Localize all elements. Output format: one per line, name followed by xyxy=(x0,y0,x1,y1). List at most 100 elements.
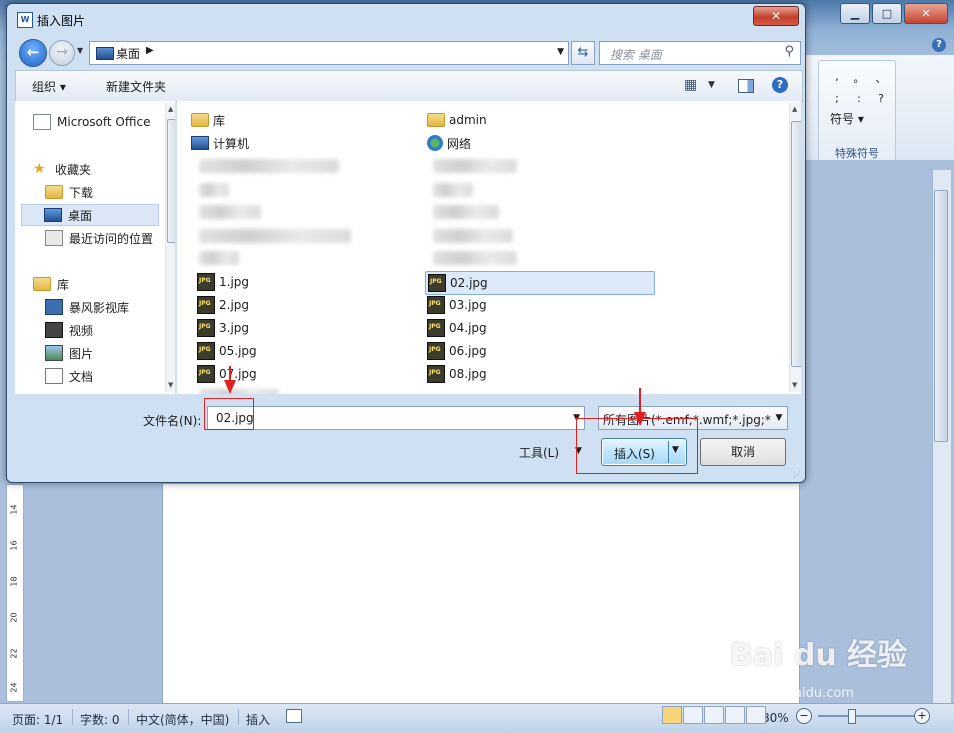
symbol-button[interactable]: 符号 ▾ xyxy=(830,110,864,127)
nav-item-videos[interactable]: 视频 xyxy=(45,319,175,341)
annotation-arrow-filename xyxy=(224,380,236,394)
search-icon[interactable]: ⚲ xyxy=(784,44,794,59)
word-icon xyxy=(33,114,51,130)
page-count[interactable]: 页面: 1/1 xyxy=(12,711,63,728)
refresh-icon[interactable]: ⇆ xyxy=(571,41,595,65)
dialog-title: 插入图片 xyxy=(37,14,86,28)
file-item-computer[interactable]: 计算机 xyxy=(191,132,419,154)
symbol-item[interactable]: ; xyxy=(826,92,848,105)
zoom-slider-knob[interactable] xyxy=(848,709,856,724)
desktop-icon xyxy=(96,47,114,60)
file-list-scrollbar[interactable]: ▲ ▼ xyxy=(789,103,801,392)
web-layout-icon[interactable] xyxy=(704,706,724,724)
scroll-up-icon[interactable]: ▲ xyxy=(792,105,797,113)
views-icon[interactable]: ▦ xyxy=(684,77,697,93)
jpg-icon xyxy=(197,273,215,291)
word-close-icon[interactable]: ✕ xyxy=(904,3,948,24)
symbol-item[interactable]: , xyxy=(826,70,848,86)
chevron-down-icon[interactable]: ▼ xyxy=(771,407,787,429)
outline-icon[interactable] xyxy=(725,706,745,724)
navigation-scrollbar[interactable]: ▲ ▼ xyxy=(165,103,175,392)
annotation-box-filename xyxy=(204,398,254,430)
preview-pane-icon[interactable] xyxy=(738,79,754,93)
file-item-03-jpg[interactable]: 03.jpg xyxy=(427,294,655,316)
zoom-in-icon[interactable]: + xyxy=(914,708,930,724)
chevron-down-icon[interactable]: ▼ xyxy=(557,47,564,57)
organize-button[interactable]: 组织 ▾ xyxy=(32,78,66,95)
symbol-item[interactable]: 。 xyxy=(848,70,870,86)
history-dropdown-icon[interactable]: ▼ xyxy=(77,46,83,55)
print-layout-icon[interactable] xyxy=(662,706,682,724)
new-folder-button[interactable]: 新建文件夹 xyxy=(106,78,166,95)
maximize-icon[interactable]: □ xyxy=(872,3,902,24)
forward-icon[interactable]: → xyxy=(49,40,75,66)
file-item-library[interactable]: 库 xyxy=(191,109,419,131)
reading-layout-icon[interactable] xyxy=(683,706,703,724)
draft-icon[interactable] xyxy=(746,706,766,724)
views-dropdown-icon[interactable]: ▼ xyxy=(708,80,715,90)
nav-item-favorites[interactable]: ★ 收藏夹 xyxy=(33,158,175,180)
document-scroll-thumb[interactable] xyxy=(934,190,948,442)
filename-input[interactable]: 02.jpg ▼ xyxy=(207,406,585,430)
file-name: 计算机 xyxy=(213,136,250,151)
scroll-down-icon[interactable]: ▼ xyxy=(168,381,173,389)
scroll-up-icon[interactable]: ▲ xyxy=(168,105,173,113)
blurred-item xyxy=(433,205,499,219)
video-icon xyxy=(45,322,63,338)
address-text[interactable]: 桌面 xyxy=(116,45,140,62)
file-item-network[interactable]: 网络 xyxy=(427,132,655,154)
nav-item-video-library[interactable]: 暴风影视库 xyxy=(45,296,175,318)
file-item-2-jpg[interactable]: 2.jpg xyxy=(197,294,425,316)
symbol-item[interactable]: ? xyxy=(870,92,892,105)
chevron-right-icon[interactable]: ▶ xyxy=(146,45,154,56)
scroll-thumb[interactable] xyxy=(167,119,175,243)
nav-item-pictures[interactable]: 图片 xyxy=(45,342,175,364)
file-item-06-jpg[interactable]: 06.jpg xyxy=(427,340,655,362)
symbol-item[interactable]: 、 xyxy=(870,70,892,86)
zoom-out-icon[interactable]: − xyxy=(796,708,812,724)
jpg-icon xyxy=(428,274,446,292)
blurred-item xyxy=(199,229,351,243)
nav-item-desktop[interactable]: 桌面 xyxy=(21,204,159,226)
file-item-05-jpg[interactable]: 05.jpg xyxy=(197,340,425,362)
nav-item-documents[interactable]: 文档 xyxy=(45,365,175,387)
document-page[interactable] xyxy=(162,484,800,704)
symbol-item[interactable]: : xyxy=(848,92,870,105)
search-input[interactable]: 搜索 桌面 ⚲ xyxy=(599,41,801,65)
zoom-level[interactable]: 80% xyxy=(762,711,789,725)
word-help-icon[interactable]: ? xyxy=(932,38,946,52)
status-divider xyxy=(128,709,129,725)
nav-item-libraries[interactable]: 库 xyxy=(33,273,175,295)
nav-item-recent[interactable]: 最近访问的位置 xyxy=(45,227,175,249)
file-item-02-jpg[interactable]: 02.jpg xyxy=(425,271,655,295)
resize-grip-icon[interactable]: ⋰ xyxy=(793,470,801,479)
tools-button[interactable]: 工具(L) xyxy=(519,444,559,461)
cancel-button[interactable]: 取消 xyxy=(700,438,786,466)
file-name: 3.jpg xyxy=(219,321,250,335)
close-icon[interactable]: ✕ xyxy=(753,6,799,26)
file-name: 07.jpg xyxy=(219,367,257,381)
zoom-slider[interactable] xyxy=(818,715,914,717)
language-indicator[interactable]: 中文(简体，中国) xyxy=(136,711,229,728)
nav-item-label: Microsoft Office xyxy=(57,115,151,129)
scroll-down-icon[interactable]: ▼ xyxy=(792,381,797,389)
annotation-arrow-stem xyxy=(639,388,641,414)
minimize-icon[interactable]: ▁ xyxy=(840,3,870,24)
address-bar[interactable]: 桌面 ▶ ▼ xyxy=(89,41,569,65)
insert-mode[interactable]: 插入 xyxy=(246,711,270,728)
file-item-04-jpg[interactable]: 04.jpg xyxy=(427,317,655,339)
macro-record-icon[interactable] xyxy=(286,709,302,723)
file-item-3-jpg[interactable]: 3.jpg xyxy=(197,317,425,339)
nav-item-label: 桌面 xyxy=(68,208,93,223)
back-icon[interactable]: ← xyxy=(19,39,47,67)
file-item-08-jpg[interactable]: 08.jpg xyxy=(427,363,655,385)
nav-item-label: 最近访问的位置 xyxy=(69,231,154,246)
scroll-thumb[interactable] xyxy=(791,121,801,367)
word-count[interactable]: 字数: 0 xyxy=(80,711,120,728)
nav-item-downloads[interactable]: 下载 xyxy=(45,181,175,203)
help-icon[interactable]: ? xyxy=(772,77,788,93)
file-name: 网络 xyxy=(447,136,472,151)
file-item-admin[interactable]: admin xyxy=(427,109,655,131)
nav-item-microsoft-office[interactable]: Microsoft Office xyxy=(33,111,175,133)
file-item-1-jpg[interactable]: 1.jpg xyxy=(197,271,425,293)
